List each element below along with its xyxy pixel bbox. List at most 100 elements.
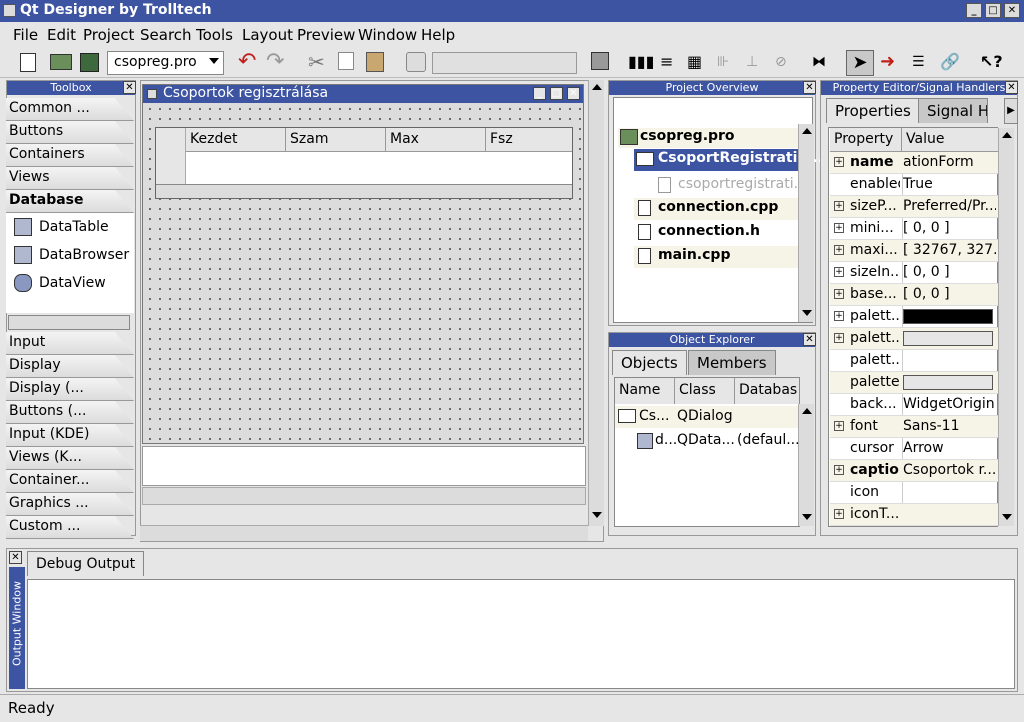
color-swatch[interactable] (903, 331, 993, 346)
form-window-menu-icon[interactable] (147, 89, 157, 99)
property-value[interactable]: Preferred/Pr... (903, 198, 996, 214)
close-icon[interactable]: ✕ (1005, 81, 1018, 94)
property-row[interactable]: + name ationForm (830, 152, 998, 174)
project-item-ui-file[interactable]: csoportregistrati... (656, 176, 807, 196)
scroll-down-icon[interactable] (802, 514, 812, 520)
scroll-up-icon[interactable] (1002, 132, 1012, 138)
toolbox-category-buttons[interactable]: Buttons (6, 121, 134, 144)
toolbox-category-containers-kde[interactable]: Container... (6, 470, 134, 493)
window-menu-icon[interactable] (3, 4, 16, 17)
tab-scroll-right-icon[interactable]: ▶ (1004, 98, 1018, 124)
redo-icon[interactable]: ↷ (266, 51, 286, 73)
tab-signal-handlers[interactable]: Signal Ha (918, 98, 988, 123)
edit-tab-order-icon[interactable] (591, 52, 609, 70)
toolbox-category-views[interactable]: Views (6, 167, 134, 190)
property-row[interactable]: back... WidgetOrigin (830, 394, 998, 416)
property-value[interactable]: WidgetOrigin (903, 396, 996, 412)
toolbox-category-buttons-kde[interactable]: Buttons (... (6, 401, 134, 424)
expand-icon[interactable]: + (834, 245, 844, 255)
toolbox-item-databrowser[interactable]: DataBrowser (39, 247, 129, 263)
project-item-form[interactable]: CsoportRegistratio... (634, 149, 823, 171)
object-row[interactable]: Cs... QDialog (615, 406, 799, 428)
column-header-property[interactable]: Property (830, 128, 902, 152)
buddy-tool-icon[interactable]: 🔗 (940, 52, 960, 72)
minimize-icon[interactable]: _ (966, 3, 982, 18)
property-row[interactable]: + palett... (830, 306, 998, 328)
property-row[interactable]: palette (830, 372, 998, 394)
copy-icon[interactable] (338, 52, 354, 70)
scroll-up-icon[interactable] (802, 128, 812, 134)
toolbar-search-field[interactable] (432, 52, 577, 74)
column-header-name[interactable]: Name (615, 378, 675, 404)
column-header-class[interactable]: Class (675, 378, 735, 404)
form-close-icon[interactable]: ✕ (567, 87, 580, 100)
project-combo[interactable]: csopreg.pro (107, 51, 224, 75)
property-value[interactable]: Sans-11 (903, 418, 996, 434)
property-value[interactable]: Arrow (903, 440, 996, 456)
object-list-scrollbar[interactable] (798, 404, 814, 526)
menu-layout[interactable]: Layout (242, 26, 293, 44)
form-minimize-icon[interactable]: _ (533, 87, 546, 100)
property-value[interactable]: [ 0, 0 ] (903, 286, 996, 302)
menu-help[interactable]: Help (421, 26, 455, 44)
connect-signals-icon[interactable]: ➜ (880, 52, 900, 72)
column-header-szam[interactable]: Szam (286, 128, 386, 152)
expand-icon[interactable]: + (834, 267, 844, 277)
project-item-connection-h[interactable]: connection.h (634, 222, 800, 244)
lay-out-horizontally-icon[interactable]: ▮▮▮ (628, 52, 654, 72)
scroll-up-icon[interactable] (802, 408, 812, 414)
property-row[interactable]: + palett... (830, 328, 998, 350)
close-icon[interactable]: ✕ (803, 333, 816, 346)
expand-icon[interactable]: + (834, 201, 844, 211)
maximize-icon[interactable]: □ (985, 3, 1001, 18)
column-header-kezdet[interactable]: Kezdet (186, 128, 286, 152)
toolbox-category-display[interactable]: Display (6, 355, 134, 378)
toolbox-category-database[interactable]: Database (6, 190, 134, 213)
menu-preview[interactable]: Preview (297, 26, 355, 44)
tab-properties[interactable]: Properties (826, 98, 920, 123)
tab-objects[interactable]: Objects (612, 350, 687, 375)
property-row[interactable]: + maxi... [ 32767, 327... (830, 240, 998, 262)
expand-icon[interactable]: + (834, 465, 844, 475)
menu-file[interactable]: File (13, 26, 38, 44)
scroll-down-icon[interactable] (592, 512, 602, 518)
column-header-fsz[interactable]: Fsz (486, 128, 572, 152)
project-item-connection-cpp[interactable]: connection.cpp (634, 198, 800, 220)
break-layout-icon[interactable]: ⊘ (775, 52, 795, 72)
close-icon[interactable]: ✕ (803, 81, 816, 94)
menu-project[interactable]: Project (83, 26, 134, 44)
expand-icon[interactable]: + (834, 223, 844, 233)
table-horizontal-scrollbar[interactable] (156, 184, 572, 198)
project-item-main-cpp[interactable]: main.cpp (634, 246, 800, 268)
find-icon[interactable] (406, 52, 426, 72)
lay-out-grid-icon[interactable]: ▦ (687, 52, 707, 72)
toolbox-category-views-kde[interactable]: Views (K... (6, 447, 134, 470)
property-row[interactable]: + base... [ 0, 0 ] (830, 284, 998, 306)
menu-edit[interactable]: Edit (47, 26, 76, 44)
project-tree-scrollbar[interactable] (798, 124, 814, 322)
expand-icon[interactable]: + (834, 333, 844, 343)
property-value[interactable]: True (903, 176, 996, 192)
open-folder-icon[interactable] (50, 54, 72, 70)
color-swatch[interactable] (903, 309, 993, 324)
toolbox-item-dataview[interactable]: DataView (39, 275, 106, 291)
expand-icon[interactable]: + (834, 157, 844, 167)
property-row[interactable]: + captionCsoportok r... (830, 460, 998, 482)
project-item-pro[interactable]: csopreg.pro (618, 128, 798, 148)
workspace-horizontal-scrollbar[interactable] (140, 525, 588, 541)
column-header-max[interactable]: Max (386, 128, 486, 152)
scroll-down-icon[interactable] (802, 310, 812, 316)
column-header-database[interactable]: Databas (735, 378, 799, 404)
expand-icon[interactable]: + (834, 421, 844, 431)
workspace-vertical-scrollbar[interactable] (588, 80, 604, 526)
property-row[interactable]: + sizeP... Preferred/Pr... (830, 196, 998, 218)
menu-search[interactable]: Search (140, 26, 192, 44)
toolbox-item-datatable[interactable]: DataTable (39, 219, 109, 235)
property-row[interactable]: + iconT... (830, 504, 998, 526)
object-row[interactable]: d... QData... (defaul... (615, 430, 800, 452)
tab-order-icon[interactable]: ☰ (912, 52, 932, 72)
form-maximize-icon[interactable]: □ (550, 87, 563, 100)
paste-icon[interactable] (366, 52, 384, 72)
toolbox-category-containers[interactable]: Containers (6, 144, 134, 167)
tab-members[interactable]: Members (688, 350, 776, 375)
